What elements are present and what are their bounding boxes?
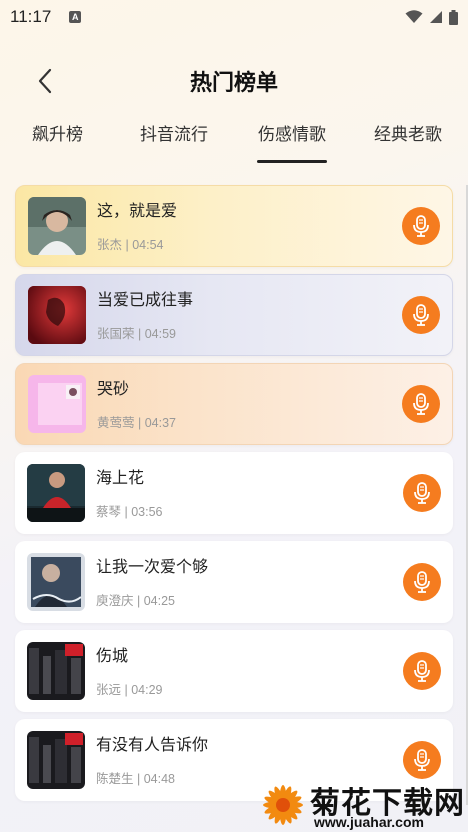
signal-icon: [430, 11, 442, 23]
album-cover: [28, 197, 86, 255]
song-info: 哭砂 黄莺莺 | 04:37: [97, 375, 402, 433]
song-info: 海上花 蔡琴 | 03:56: [96, 464, 403, 522]
song-title: 海上花: [96, 468, 145, 487]
song-meta: 陈楚生 | 04:48: [96, 772, 175, 786]
song-meta: 张杰 | 04:54: [97, 238, 164, 252]
song-meta: 张远 | 04:29: [96, 683, 163, 697]
song-meta: 黄莺莺 | 04:37: [97, 416, 176, 430]
wifi-icon: [405, 10, 423, 23]
karaoke-button[interactable]: [403, 563, 441, 601]
active-tab-indicator: [257, 160, 327, 163]
microphone-icon: [413, 393, 429, 415]
song-card[interactable]: 当爱已成往事 张国荣 | 04:59: [15, 274, 453, 356]
header: 热门榜单: [0, 56, 468, 106]
karaoke-button[interactable]: [402, 207, 440, 245]
flower-logo-icon: [263, 785, 303, 825]
album-cover: [27, 464, 85, 522]
song-card[interactable]: 让我一次爱个够 庾澄庆 | 04:25: [15, 541, 453, 623]
page-title: 热门榜单: [189, 71, 278, 96]
back-button[interactable]: [30, 66, 60, 96]
karaoke-button[interactable]: [403, 474, 441, 512]
microphone-icon: [414, 571, 430, 593]
song-title: 让我一次爱个够: [96, 557, 209, 576]
album-cover: [27, 731, 85, 789]
status-bar: 11:17 A: [0, 0, 468, 34]
status-icons: [405, 9, 458, 25]
song-info: 这，就是爱 张杰 | 04:54: [97, 197, 402, 255]
song-card[interactable]: 这，就是爱 张杰 | 04:54: [15, 185, 453, 267]
song-title: 有没有人告诉你: [96, 735, 209, 754]
song-title: 哭砂: [97, 379, 130, 398]
album-cover: [28, 286, 86, 344]
status-time: 11:17: [10, 7, 52, 26]
song-info: 伤城 张远 | 04:29: [96, 642, 403, 700]
watermark-url: www.juahar.com: [314, 814, 424, 830]
microphone-icon: [414, 482, 430, 504]
album-cover: [27, 553, 85, 611]
tab-classic-oldies[interactable]: 经典老歌: [374, 120, 442, 145]
microphone-icon: [414, 749, 430, 771]
song-title: 伤城: [96, 646, 129, 665]
microphone-icon: [413, 304, 429, 326]
song-meta: 蔡琴 | 03:56: [96, 505, 163, 519]
album-cover: [27, 642, 85, 700]
karaoke-button[interactable]: [402, 296, 440, 334]
song-info: 当爱已成往事 张国荣 | 04:59: [97, 286, 402, 344]
karaoke-button[interactable]: [403, 741, 441, 779]
tab-bar: 飙升榜 抖音流行 伤感情歌 经典老歌: [0, 112, 468, 163]
tab-douyin-popular[interactable]: 抖音流行: [140, 120, 208, 145]
microphone-icon: [414, 660, 430, 682]
song-card[interactable]: 海上花 蔡琴 | 03:56: [15, 452, 453, 534]
song-title: 这，就是爱: [97, 201, 178, 220]
chevron-left-icon: [38, 68, 52, 94]
song-meta: 庾澄庆 | 04:25: [96, 594, 175, 608]
microphone-icon: [413, 215, 429, 237]
tab-soaring[interactable]: 飙升榜: [32, 120, 83, 145]
song-meta: 张国荣 | 04:59: [97, 327, 176, 341]
watermark: 菊花下载网 www.juahar.com: [258, 776, 468, 832]
tab-sad-love-songs[interactable]: 伤感情歌: [258, 120, 326, 145]
song-title: 当爱已成往事: [97, 290, 194, 309]
notification-icon: A: [69, 11, 82, 23]
song-card[interactable]: 哭砂 黄莺莺 | 04:37: [15, 363, 453, 445]
battery-icon: [449, 9, 458, 25]
karaoke-button[interactable]: [403, 652, 441, 690]
song-card[interactable]: 伤城 张远 | 04:29: [15, 630, 453, 712]
album-cover: [28, 375, 86, 433]
song-info: 让我一次爱个够 庾澄庆 | 04:25: [96, 553, 403, 611]
karaoke-button[interactable]: [402, 385, 440, 423]
